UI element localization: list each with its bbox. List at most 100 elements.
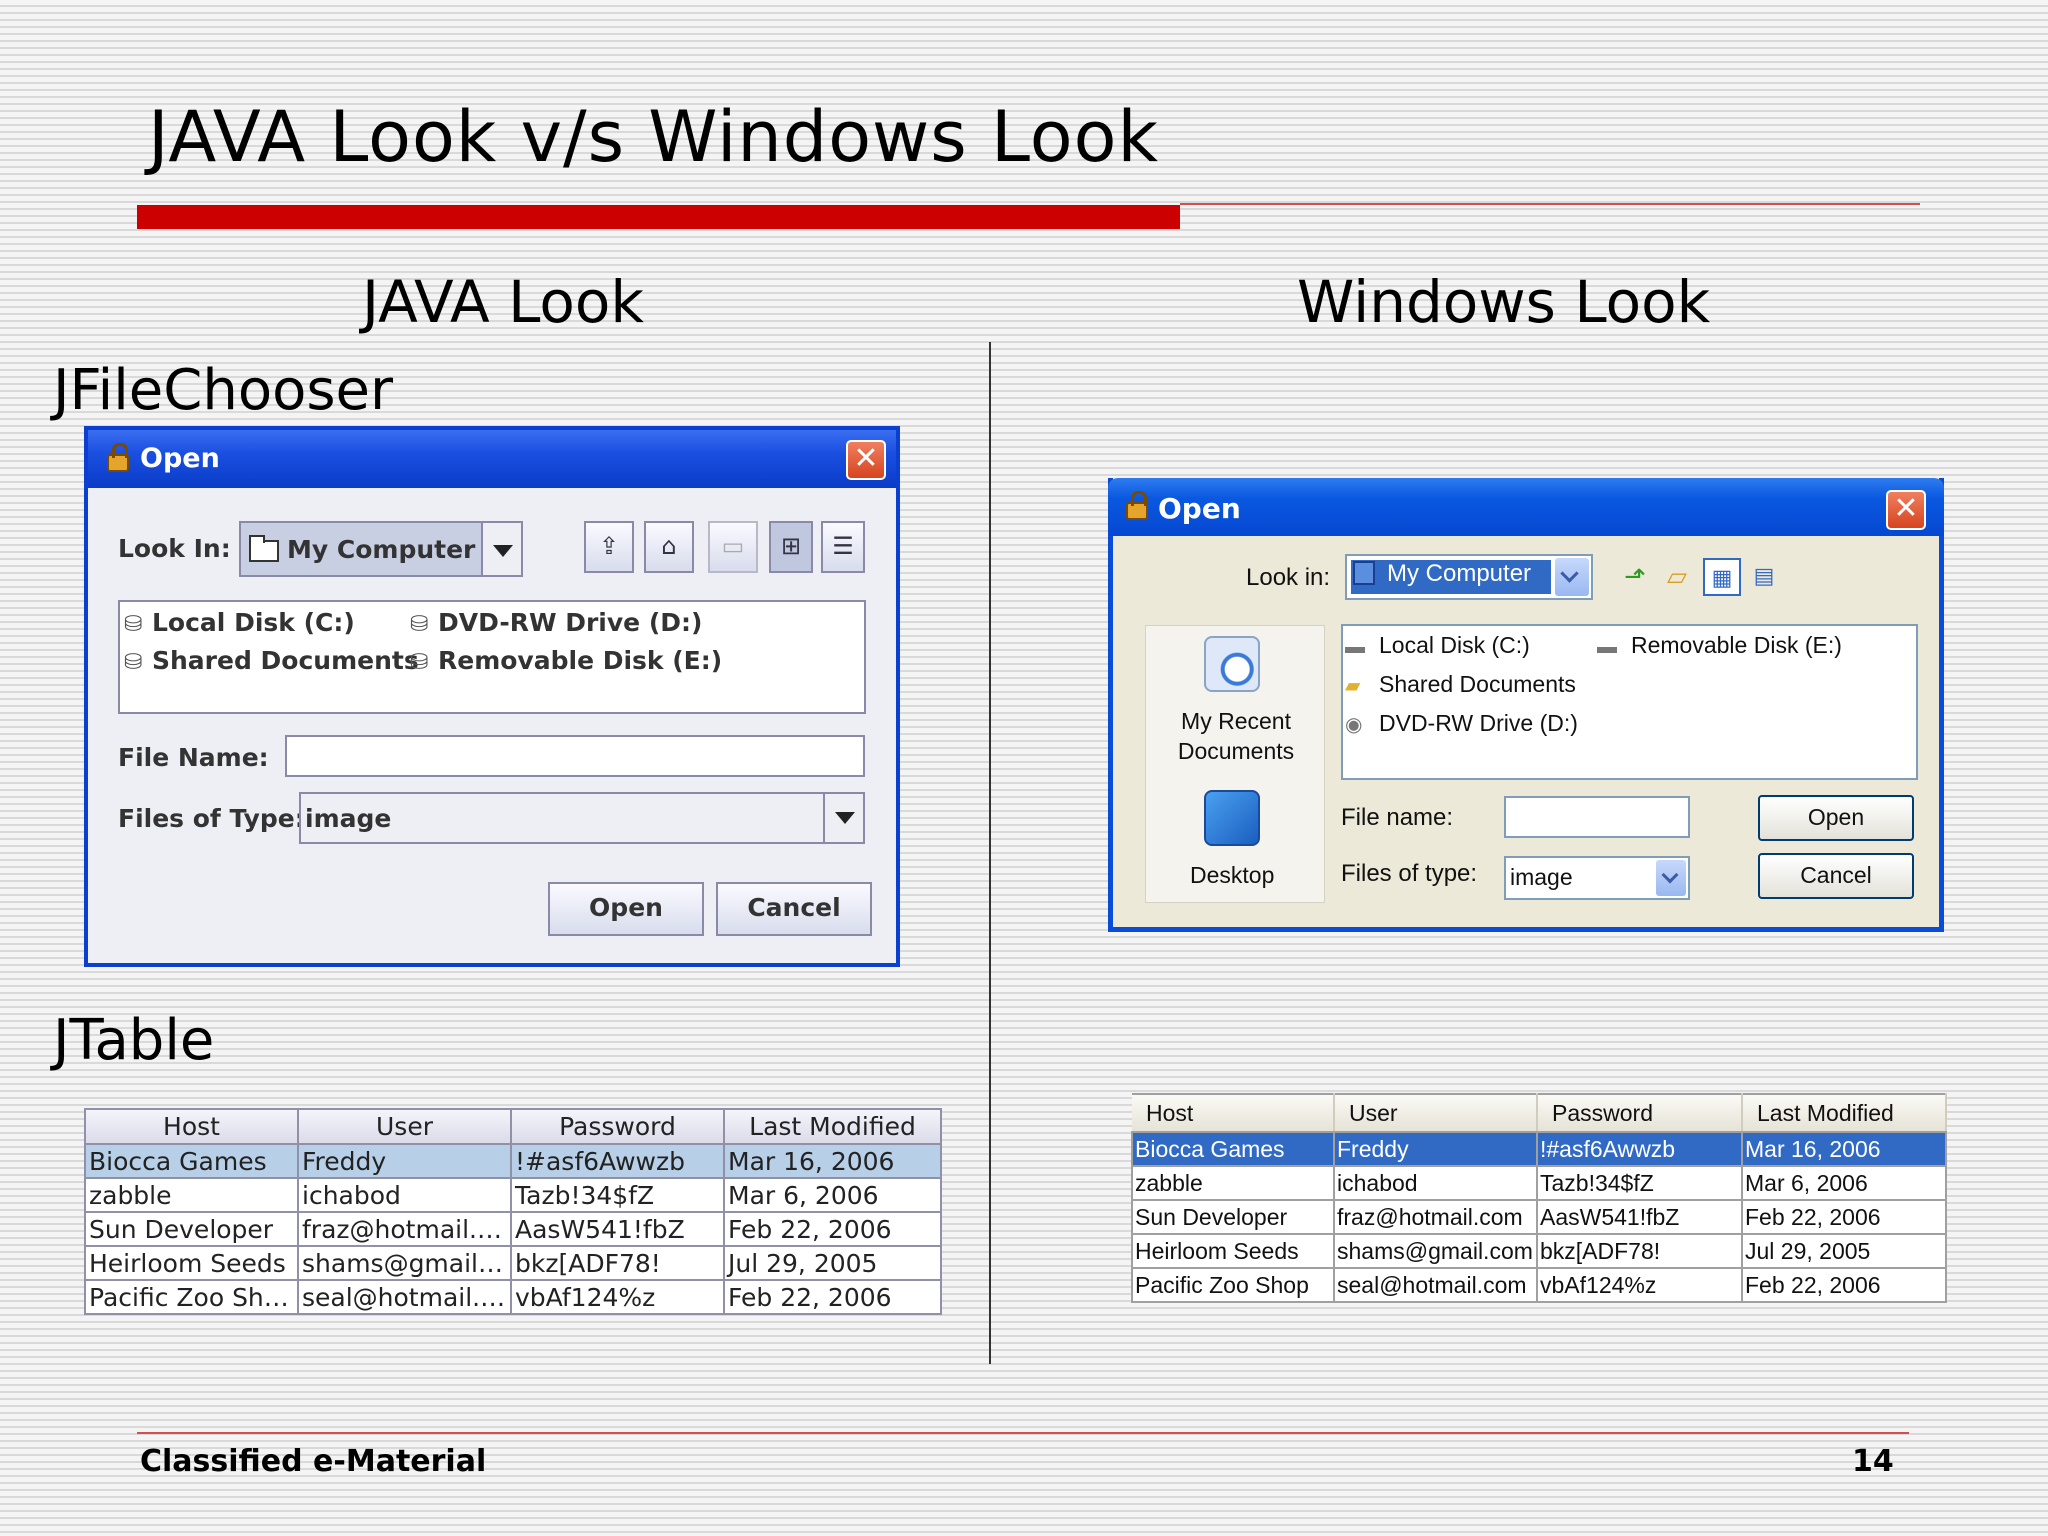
table-cell[interactable]: seal@hotmail.com — [1333, 1267, 1538, 1303]
column-header-user[interactable]: User — [297, 1108, 512, 1145]
table-cell[interactable]: Feb 22, 2006 — [1741, 1267, 1947, 1303]
recent-documents-icon[interactable] — [1204, 636, 1260, 692]
file-list[interactable]: ▬ Local Disk (C:) ▬ Removable Disk (E:) ▰ S… — [1341, 624, 1918, 780]
chevron-down-icon[interactable] — [1656, 860, 1686, 896]
file-item[interactable]: ⛁ DVD-RW Drive (D:) — [410, 608, 702, 637]
chevron-down-icon[interactable] — [481, 523, 521, 575]
file-item[interactable]: ▬ Local Disk (C:) — [1345, 632, 1530, 659]
table-cell[interactable]: !#asf6Awwzb — [1536, 1131, 1743, 1167]
files-of-type-combo[interactable]: image — [1504, 856, 1690, 900]
details-view-button[interactable]: ☰ — [821, 521, 865, 573]
table-row[interactable]: zabble ichabod Tazb!34$fZ Mar 6, 2006 — [1131, 1165, 1947, 1201]
table-cell[interactable]: fraz@hotmail.co... — [297, 1211, 512, 1247]
files-of-type-combo[interactable]: image — [299, 792, 865, 844]
table-cell[interactable]: fraz@hotmail.com — [1333, 1199, 1538, 1235]
table-cell[interactable]: Freddy — [1333, 1131, 1538, 1167]
home-button[interactable]: ⌂ — [644, 521, 694, 573]
table-row[interactable]: Sun Developer fraz@hotmail.co... AasW541!f… — [84, 1211, 942, 1247]
table-cell[interactable]: Tazb!34$fZ — [1536, 1165, 1743, 1201]
table-cell[interactable]: zabble — [1131, 1165, 1335, 1201]
column-header-password[interactable]: Password — [1537, 1093, 1743, 1133]
chevron-down-icon[interactable] — [1555, 558, 1589, 596]
list-view-button[interactable]: ⊞ — [769, 521, 813, 573]
file-item[interactable]: ◉ DVD-RW Drive (D:) — [1345, 710, 1578, 737]
table-cell[interactable]: Biocca Games — [84, 1143, 299, 1179]
table-row[interactable]: Heirloom Seeds shams@gmail.... bkz[ADF78! J… — [84, 1245, 942, 1281]
table-cell[interactable]: ichabod — [1333, 1165, 1538, 1201]
table-cell[interactable]: Feb 22, 2006 — [723, 1279, 942, 1315]
place-desktop[interactable]: Desktop — [1190, 862, 1274, 889]
table-cell[interactable]: Mar 16, 2006 — [723, 1143, 942, 1179]
table-cell[interactable]: AasW541!fbZ — [510, 1211, 725, 1247]
table-cell[interactable]: Tazb!34$fZ — [510, 1177, 725, 1213]
table-cell[interactable]: seal@hotmail.c... — [297, 1279, 512, 1315]
windows-open-dialog: Open ✕ Look in: My Computer ⬏ ▱ ▦ ▤ My R… — [1108, 478, 1944, 932]
up-folder-button[interactable]: ⇪ — [584, 521, 634, 573]
column-header-host[interactable]: Host — [1132, 1093, 1335, 1133]
table-cell[interactable]: Heirloom Seeds — [1131, 1233, 1335, 1269]
up-folder-button[interactable]: ⬏ — [1616, 558, 1654, 596]
table-cell[interactable]: Jul 29, 2005 — [1741, 1233, 1947, 1269]
file-name-input[interactable] — [285, 735, 865, 777]
table-cell[interactable]: vbAf124%z — [1536, 1267, 1743, 1303]
table-row[interactable]: Biocca Games Freddy !#asf6Awwzb Mar 16, 200… — [1131, 1131, 1947, 1167]
table-cell[interactable]: Sun Developer — [1131, 1199, 1335, 1235]
place-my-recent-documents[interactable]: My Recent Documents — [1176, 706, 1296, 766]
new-folder-button[interactable]: ▱ — [1658, 558, 1696, 596]
table-cell[interactable]: AasW541!fbZ — [1536, 1199, 1743, 1235]
column-header-password[interactable]: Password — [510, 1108, 725, 1145]
file-item[interactable]: ⛁ Shared Documents — [124, 646, 419, 675]
open-button[interactable]: Open — [1758, 795, 1914, 841]
table-cell[interactable]: vbAf124%z — [510, 1279, 725, 1315]
table-cell[interactable]: bkz[ADF78! — [1536, 1233, 1743, 1269]
look-in-combo[interactable]: My Computer — [1345, 554, 1593, 600]
table-cell[interactable]: Biocca Games — [1131, 1131, 1335, 1167]
cancel-button[interactable]: Cancel — [1758, 853, 1914, 899]
table-cell[interactable]: Feb 22, 2006 — [723, 1211, 942, 1247]
windows-dialog-title-bar[interactable]: Open ✕ — [1108, 478, 1944, 536]
table-cell[interactable]: Heirloom Seeds — [84, 1245, 299, 1281]
table-row[interactable]: Pacific Zoo Shop seal@hotmail.com vbAf124%… — [1131, 1267, 1947, 1303]
column-header-last-modified[interactable]: Last Modified — [723, 1108, 942, 1145]
table-cell[interactable]: Freddy — [297, 1143, 512, 1179]
file-item[interactable]: ▬ Removable Disk (E:) — [1597, 632, 1842, 659]
file-name-input[interactable] — [1504, 796, 1690, 838]
look-in-combo[interactable]: My Computer — [239, 521, 523, 577]
table-row[interactable]: Heirloom Seeds shams@gmail.com bkz[ADF78! J… — [1131, 1233, 1947, 1269]
table-row[interactable]: Pacific Zoo Shop seal@hotmail.c... vbAf124… — [84, 1279, 942, 1315]
table-cell[interactable]: Sun Developer — [84, 1211, 299, 1247]
table-cell[interactable]: Pacific Zoo Shop — [1131, 1267, 1335, 1303]
table-cell[interactable]: Jul 29, 2005 — [723, 1245, 942, 1281]
open-button[interactable]: Open — [548, 882, 704, 936]
column-header-host[interactable]: Host — [84, 1108, 299, 1145]
column-header-last-modified[interactable]: Last Modified — [1742, 1093, 1947, 1133]
table-cell[interactable]: !#asf6Awwzb — [510, 1143, 725, 1179]
column-header-user[interactable]: User — [1334, 1093, 1538, 1133]
file-item[interactable]: ⛁ Local Disk (C:) — [124, 608, 355, 637]
new-folder-button[interactable]: ▭ — [708, 521, 758, 573]
details-button[interactable]: ▤ — [1745, 558, 1783, 596]
table-cell[interactable]: shams@gmail.... — [297, 1245, 512, 1281]
cancel-button[interactable]: Cancel — [716, 882, 872, 936]
table-row[interactable]: Sun Developer fraz@hotmail.com AasW541!fbZ… — [1131, 1199, 1947, 1235]
table-cell[interactable]: shams@gmail.com — [1333, 1233, 1538, 1269]
close-button[interactable]: ✕ — [846, 440, 886, 480]
file-item[interactable]: ▰ Shared Documents — [1345, 671, 1576, 698]
table-row[interactable]: zabble ichabod Tazb!34$fZ Mar 6, 2006 — [84, 1177, 942, 1213]
table-row[interactable]: Biocca Games Freddy !#asf6Awwzb Mar 16, 200… — [84, 1143, 942, 1179]
views-button[interactable]: ▦ — [1703, 558, 1741, 596]
chevron-down-icon[interactable] — [823, 794, 863, 842]
table-cell[interactable]: ichabod — [297, 1177, 512, 1213]
table-cell[interactable]: zabble — [84, 1177, 299, 1213]
table-cell[interactable]: bkz[ADF78! — [510, 1245, 725, 1281]
java-dialog-title-bar[interactable]: Open ✕ — [88, 430, 896, 488]
table-cell[interactable]: Mar 6, 2006 — [723, 1177, 942, 1213]
desktop-icon[interactable] — [1204, 790, 1260, 846]
file-item[interactable]: ⛁ Removable Disk (E:) — [410, 646, 722, 675]
table-cell[interactable]: Mar 16, 2006 — [1741, 1131, 1947, 1167]
table-cell[interactable]: Pacific Zoo Shop — [84, 1279, 299, 1315]
table-cell[interactable]: Feb 22, 2006 — [1741, 1199, 1947, 1235]
file-list[interactable]: ⛁ Local Disk (C:) ⛁ DVD-RW Drive (D:) ⛁ Sha… — [118, 600, 866, 714]
close-button[interactable]: ✕ — [1886, 490, 1926, 530]
table-cell[interactable]: Mar 6, 2006 — [1741, 1165, 1947, 1201]
